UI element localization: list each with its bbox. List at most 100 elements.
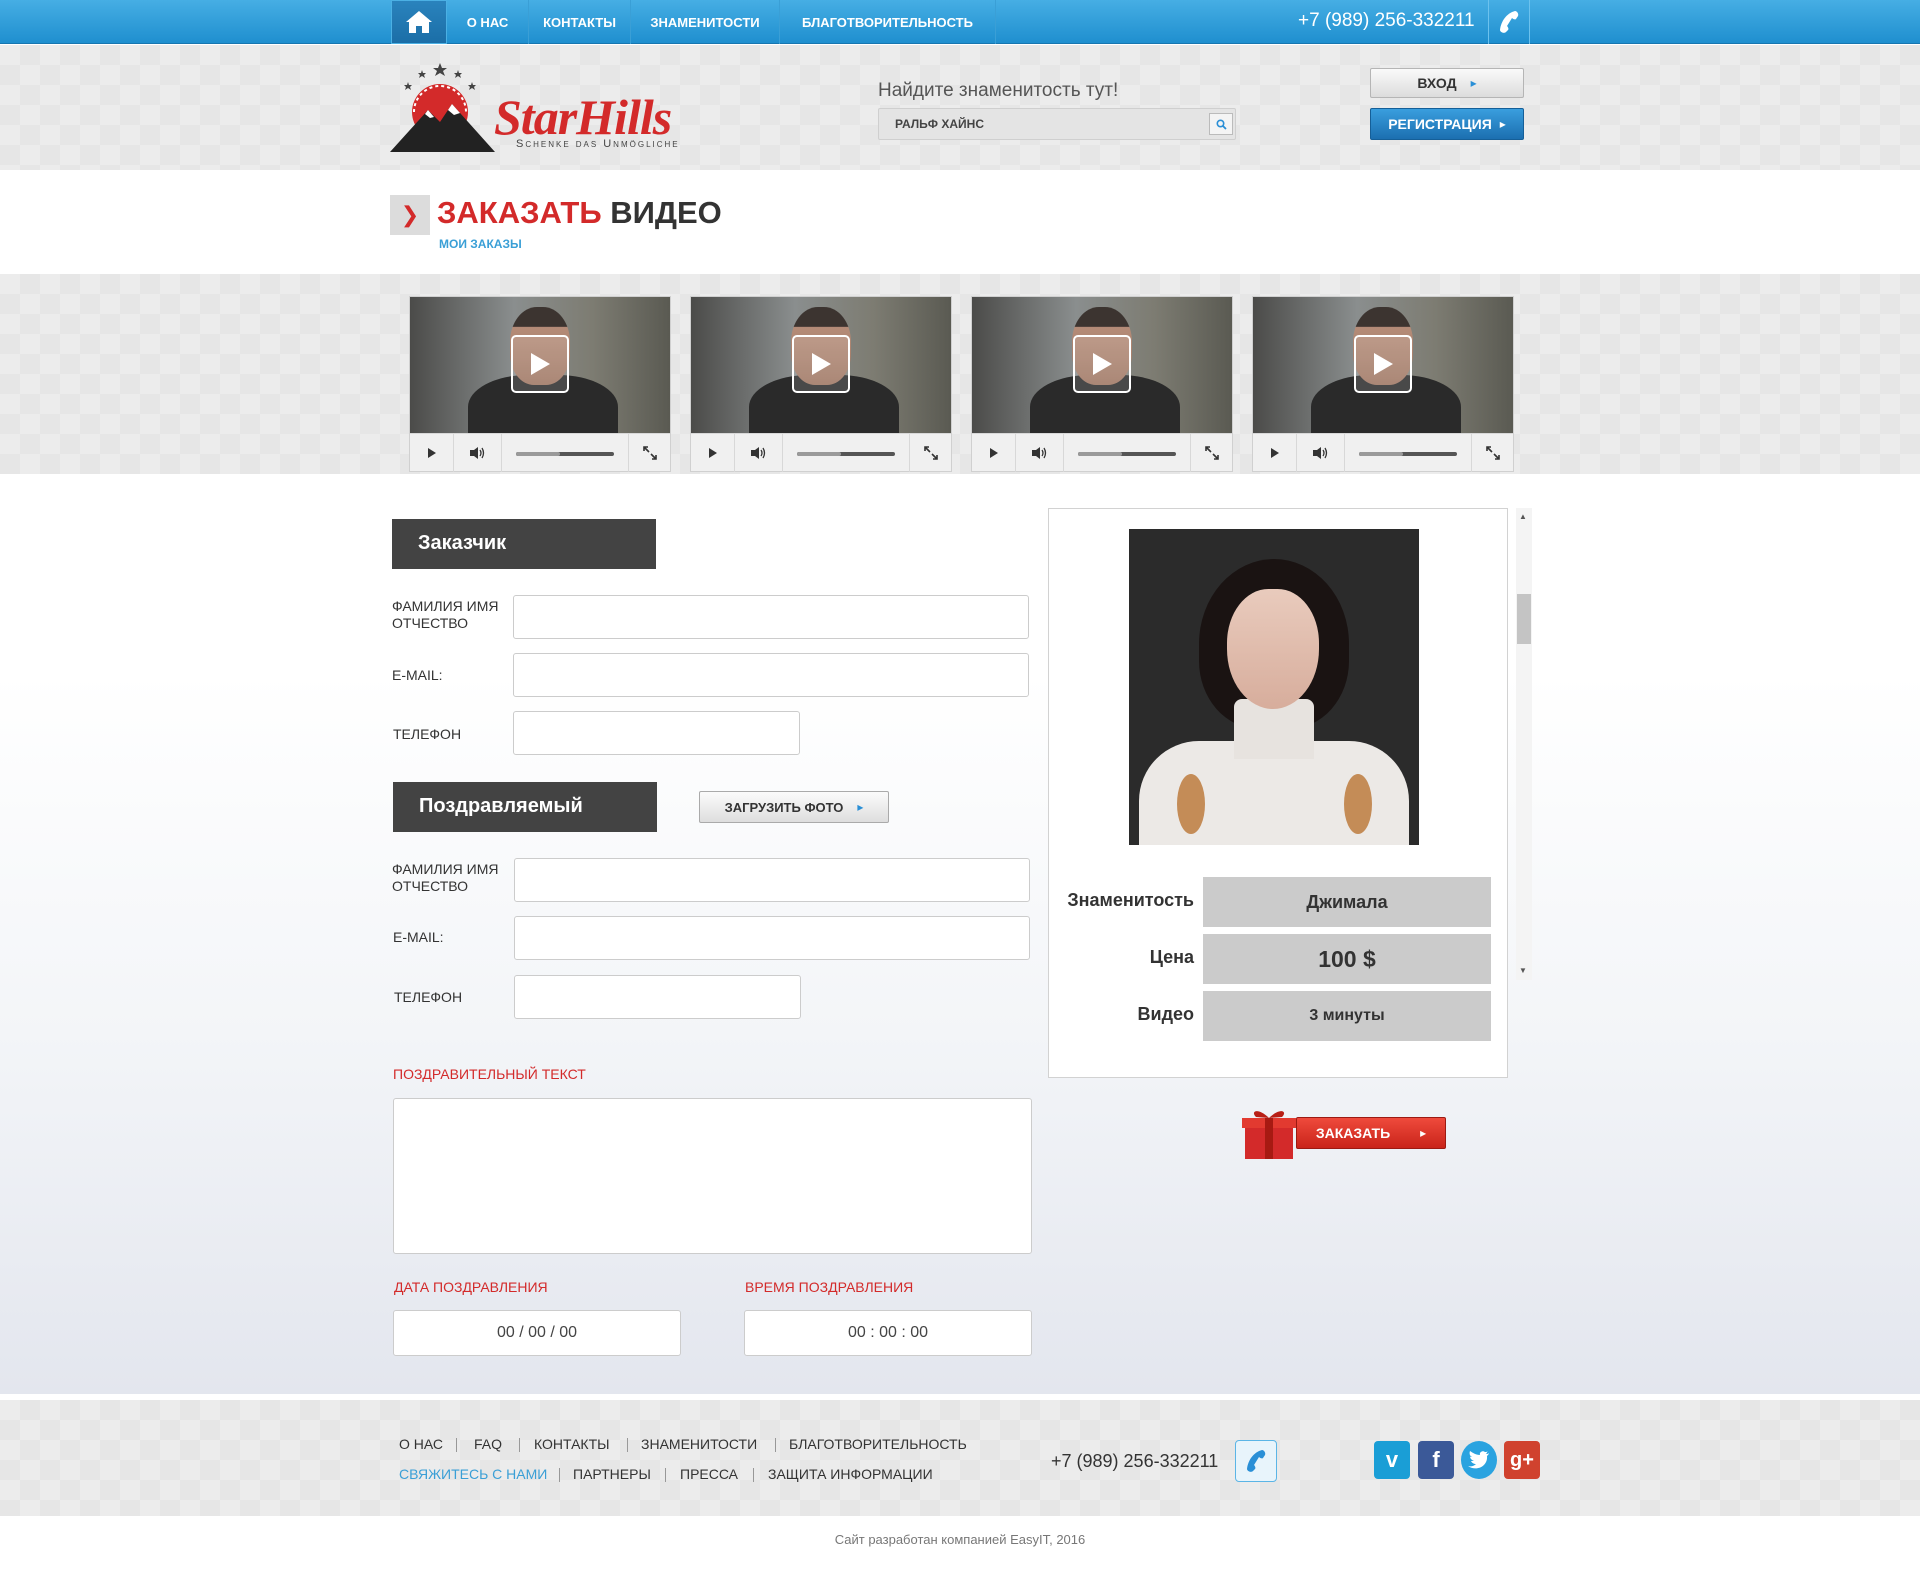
card-scrollbar[interactable]: ▲ ▼	[1516, 508, 1532, 980]
starhills-logo[interactable]: StarHills Schenke das Unmögliche	[390, 60, 720, 155]
recipient-name-input[interactable]	[515, 859, 1029, 901]
my-orders-link[interactable]: МОИ ЗАКАЗЫ	[439, 237, 522, 251]
video-progress-bar[interactable]	[797, 452, 895, 456]
recipient-name-label: ФАМИЛИЯ ИМЯ ОТЧЕСТВО	[392, 861, 499, 894]
video-player[interactable]	[690, 296, 952, 472]
footer-link[interactable]: О НАС	[399, 1436, 443, 1452]
chevron-right-icon: ▸	[1420, 1126, 1427, 1140]
search-input[interactable]	[879, 109, 1205, 139]
video-progress-bar[interactable]	[1359, 452, 1457, 456]
footer-link[interactable]: ПАРТНЕРЫ	[573, 1466, 651, 1482]
video-player[interactable]	[1252, 296, 1514, 472]
phone-button[interactable]	[1488, 0, 1530, 44]
title-section	[0, 170, 1920, 274]
customer-name-field[interactable]	[513, 595, 1029, 639]
volume-icon[interactable]	[454, 434, 502, 472]
top-navigation-bar: О НАС КОНТАКТЫ ЗНАМЕНИТОСТИ БЛАГОТВОРИТЕ…	[0, 0, 1920, 44]
recipient-phone-input[interactable]	[515, 976, 800, 1018]
topnav-celebrities[interactable]: ЗНАМЕНИТОСТИ	[631, 0, 780, 44]
customer-phone-field[interactable]	[513, 711, 800, 755]
volume-icon[interactable]	[1297, 434, 1345, 472]
play-icon[interactable]	[410, 434, 454, 472]
footer-separator	[665, 1468, 666, 1482]
customer-email-input[interactable]	[514, 654, 1028, 696]
footer-link[interactable]: СВЯЖИТЕСЬ С НАМИ	[399, 1466, 547, 1482]
upload-photo-button[interactable]: ЗАГРУЗИТЬ ФОТО ▸	[699, 791, 889, 823]
register-button[interactable]: РЕГИСТРАЦИЯ ▸	[1370, 108, 1524, 140]
vimeo-icon[interactable]: v	[1374, 1441, 1410, 1479]
register-label: РЕГИСТРАЦИЯ	[1388, 116, 1492, 132]
login-button[interactable]: ВХОД ▸	[1370, 68, 1524, 98]
footer-separator	[456, 1438, 457, 1452]
page-title: ЗАКАЗАТЬ ВИДЕО	[437, 195, 722, 231]
fullscreen-icon[interactable]	[1190, 434, 1232, 472]
play-overlay-icon[interactable]	[792, 335, 850, 393]
video-player[interactable]	[971, 296, 1233, 472]
footer-link[interactable]: КОНТАКТЫ	[534, 1436, 610, 1452]
scroll-down-icon[interactable]: ▼	[1519, 966, 1527, 975]
footer-link[interactable]: БЛАГОТВОРИТЕЛЬНОСТЬ	[789, 1436, 967, 1452]
play-icon[interactable]	[691, 434, 735, 472]
facebook-icon[interactable]: f	[1418, 1441, 1454, 1479]
video-player[interactable]	[409, 296, 671, 472]
video-strip	[0, 274, 1920, 474]
customer-phone-label: ТЕЛЕФОН	[393, 726, 462, 742]
play-overlay-icon[interactable]	[1354, 335, 1412, 393]
time-field[interactable]: 00 : 00 : 00	[744, 1310, 1032, 1356]
recipient-phone-field[interactable]	[514, 975, 801, 1019]
recipient-email-label: E-MAIL:	[393, 929, 444, 945]
greeting-text-label: ПОЗДРАВИТЕЛЬНЫЙ ТЕКСТ	[393, 1066, 586, 1082]
recipient-name-field[interactable]	[514, 858, 1030, 902]
footer-link[interactable]: ПРЕССА	[680, 1466, 738, 1482]
scroll-up-icon[interactable]: ▲	[1519, 512, 1527, 521]
play-overlay-icon[interactable]	[511, 335, 569, 393]
date-field[interactable]: 00 / 00 / 00	[393, 1310, 681, 1356]
celebrity-label: Знаменитость	[1067, 890, 1194, 910]
content-background	[0, 674, 1920, 1394]
twitter-icon[interactable]	[1461, 1441, 1497, 1479]
topnav-contacts[interactable]: КОНТАКТЫ	[529, 0, 631, 44]
page-title-rest: ВИДЕО	[610, 195, 722, 230]
chevron-right-icon: ▸	[857, 800, 864, 814]
footer-phone-button[interactable]	[1235, 1440, 1277, 1482]
search-icon	[1215, 118, 1227, 130]
customer-name-input[interactable]	[514, 596, 1028, 638]
fullscreen-icon[interactable]	[909, 434, 951, 472]
order-button[interactable]: ЗАКАЗАТЬ ▸	[1296, 1117, 1446, 1149]
volume-icon[interactable]	[735, 434, 783, 472]
topnav-charity[interactable]: БЛАГОТВОРИТЕЛЬНОСТЬ	[780, 0, 996, 44]
recipient-email-field[interactable]	[514, 916, 1030, 960]
celebrity-value: Джимала	[1203, 877, 1491, 927]
footer-separator	[559, 1468, 560, 1482]
footer-link[interactable]: FAQ	[474, 1436, 502, 1452]
volume-icon[interactable]	[1016, 434, 1064, 472]
video-progress-bar[interactable]	[1078, 452, 1176, 456]
time-label: ВРЕМЯ ПОЗДРАВЛЕНИЯ	[745, 1279, 914, 1295]
footer-separator	[775, 1438, 776, 1452]
google-plus-icon[interactable]: g+	[1504, 1441, 1540, 1479]
video-length-label: Видео	[1137, 1004, 1195, 1024]
customer-email-field[interactable]	[513, 653, 1029, 697]
play-icon[interactable]	[972, 434, 1016, 472]
play-overlay-icon[interactable]	[1073, 335, 1131, 393]
home-button[interactable]	[391, 0, 447, 44]
footer-link[interactable]: ЗНАМЕНИТОСТИ	[641, 1436, 757, 1452]
scrollbar-thumb[interactable]	[1517, 594, 1531, 644]
play-icon[interactable]	[1253, 434, 1297, 472]
video-progress-bar[interactable]	[516, 452, 614, 456]
footer-phone-number: +7 (989) 256-332211	[1051, 1451, 1219, 1471]
search-button[interactable]	[1209, 113, 1233, 135]
recipient-email-input[interactable]	[515, 917, 1029, 959]
topnav-about[interactable]: О НАС	[447, 0, 529, 44]
footer-separator	[753, 1468, 754, 1482]
video-length-value: 3 минуты	[1203, 991, 1491, 1041]
fullscreen-icon[interactable]	[1471, 434, 1513, 472]
fullscreen-icon[interactable]	[628, 434, 670, 472]
customer-phone-input[interactable]	[514, 712, 799, 754]
video-controls	[691, 433, 951, 472]
phone-icon	[1500, 11, 1519, 33]
greeting-textarea[interactable]	[393, 1098, 1032, 1254]
copyright-text: Сайт разработан компанией EasyIT, 2016	[834, 1532, 1086, 1547]
price-label: Цена	[1149, 947, 1194, 967]
footer-link[interactable]: ЗАЩИТА ИНФОРМАЦИИ	[768, 1466, 933, 1482]
